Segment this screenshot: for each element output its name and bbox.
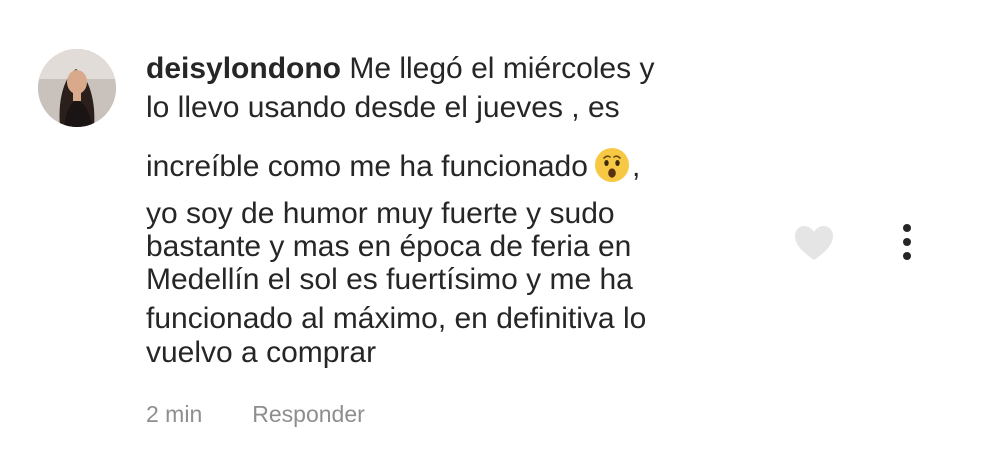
reply-button[interactable]: Responder bbox=[252, 401, 365, 427]
hushed-face-icon bbox=[594, 147, 630, 183]
comment-line-text: Me llegó el miércoles y bbox=[349, 52, 655, 85]
more-vertical-icon bbox=[903, 238, 911, 246]
comment-line: Medellín el sol es fuertísimo y me ha bbox=[146, 263, 633, 296]
comment: deisylondono Me llegó el miércoles y lo … bbox=[0, 0, 1000, 452]
more-vertical-icon bbox=[903, 252, 911, 260]
avatar-image bbox=[38, 49, 116, 127]
more-vertical-icon bbox=[903, 224, 911, 232]
username-link[interactable]: deisylondono bbox=[146, 52, 341, 85]
comment-line-text: increíble como me ha funcionado bbox=[146, 150, 588, 183]
more-options-button[interactable] bbox=[896, 222, 918, 262]
comment-line: bastante y mas en época de feria en bbox=[146, 230, 632, 263]
comment-line: deisylondono Me llegó el miércoles y bbox=[146, 54, 654, 84]
heart-outline-icon bbox=[795, 226, 833, 260]
comment-line-text: , bbox=[631, 150, 641, 183]
comment-timestamp: 2 min bbox=[146, 401, 203, 427]
comment-line: lo llevo usando desde el jueves , es bbox=[146, 91, 620, 124]
comment-meta: 2 min Responder bbox=[146, 401, 365, 428]
comment-line: vuelvo a comprar bbox=[146, 336, 377, 369]
like-button[interactable] bbox=[793, 224, 835, 262]
comment-line: funcionado al máximo, en definitiva lo bbox=[146, 302, 647, 335]
avatar[interactable] bbox=[38, 49, 116, 127]
comment-line: yo soy de humor muy fuerte y sudo bbox=[146, 197, 615, 230]
comment-line: increíble como me ha funcionado , bbox=[146, 147, 640, 182]
